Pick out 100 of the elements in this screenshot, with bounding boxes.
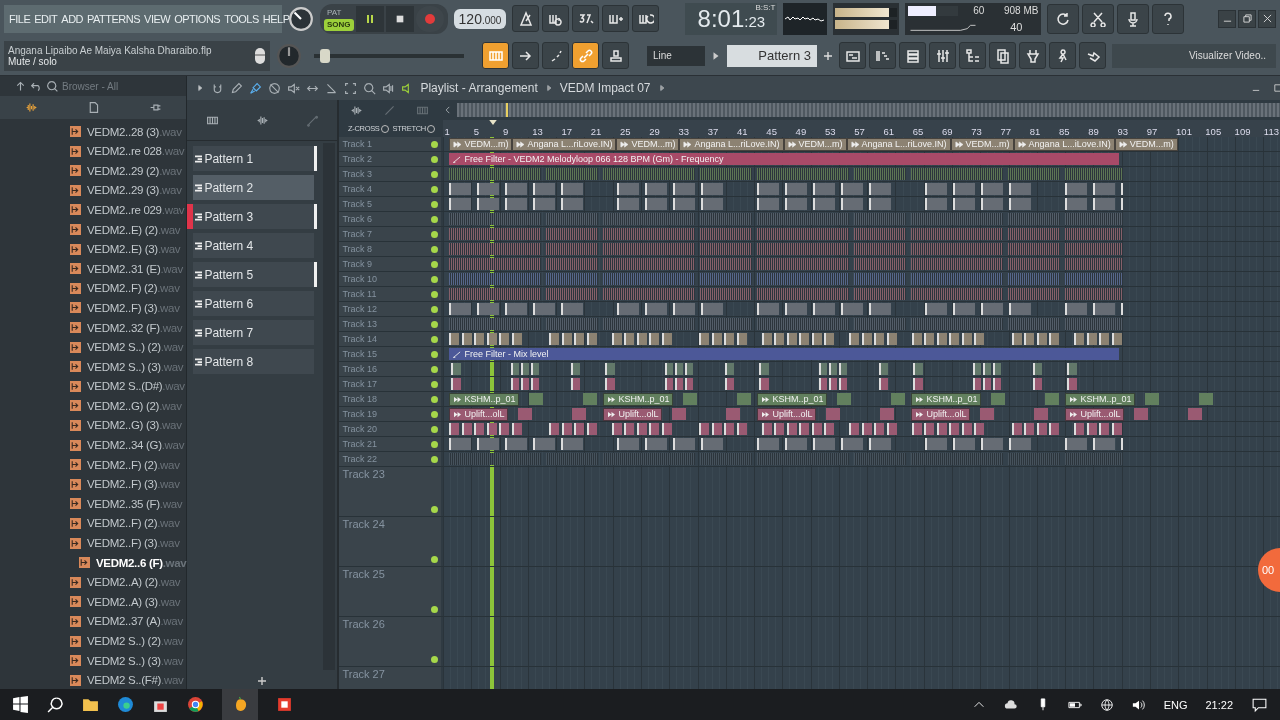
toolbar-button[interactable] — [899, 42, 926, 69]
audio-clip[interactable]: VEDM...m) — [783, 137, 847, 151]
clip-drawing[interactable] — [880, 408, 895, 420]
browser-file-item[interactable]: VEDM2..F) (2).wav — [0, 278, 187, 299]
browser-file-item[interactable]: VEDM2 S..) (3).wav — [0, 650, 187, 671]
current-pattern-label[interactable]: VEDM Impact 07 — [559, 81, 651, 95]
pattern-selector[interactable]: Pattern 3 — [727, 44, 817, 67]
select-icon[interactable] — [344, 81, 358, 95]
track-header[interactable]: Track 14 — [339, 332, 442, 346]
clip-drawing[interactable] — [726, 408, 741, 420]
browser-file-item[interactable]: VEDM2..F) (3).wav — [0, 474, 187, 495]
track-header[interactable]: Track 13 — [339, 317, 442, 331]
clip-drawing[interactable] — [518, 408, 533, 420]
track-enable-light[interactable] — [431, 291, 439, 298]
audio-clip[interactable]: KSHM..p_01 — [603, 392, 674, 406]
audio-clip[interactable]: Angana L...riLove.IN) — [679, 137, 784, 151]
toolbar-button[interactable] — [602, 5, 630, 32]
browser-file-item[interactable]: VEDM2..F) (3).wav — [0, 533, 187, 553]
clip-drawing[interactable] — [583, 393, 598, 405]
mute-icon[interactable] — [287, 81, 301, 95]
brush-icon[interactable] — [249, 81, 263, 95]
toolbar-button[interactable] — [632, 5, 660, 32]
toolbar-button[interactable] — [572, 5, 600, 32]
track-header[interactable]: Track 11 — [339, 287, 442, 301]
waveform-icon[interactable] — [24, 101, 38, 115]
track-header[interactable]: Track 7 — [339, 227, 442, 241]
slice-icon[interactable] — [325, 81, 339, 95]
clip-drawing[interactable] — [837, 393, 852, 405]
track-enable-light[interactable] — [431, 306, 439, 313]
track-enable-light[interactable] — [431, 366, 439, 373]
toolbar-button[interactable] — [1082, 3, 1115, 34]
toolbar-button[interactable] — [602, 42, 629, 69]
track-enable-light[interactable] — [431, 506, 439, 513]
track-header[interactable]: Track 20 — [339, 422, 442, 436]
track-enable-light[interactable] — [431, 426, 439, 433]
track-enable-light[interactable] — [431, 201, 439, 208]
browser-icon[interactable] — [117, 696, 134, 713]
notification-icon[interactable] — [1251, 696, 1268, 713]
toolbar-button[interactable] — [929, 42, 956, 69]
zoom-icon[interactable] — [363, 81, 377, 95]
master-pitch-knob[interactable] — [276, 42, 302, 69]
track-enable-light[interactable] — [431, 411, 439, 418]
clip-drawing[interactable] — [991, 393, 1006, 405]
track-header[interactable]: Track 23 — [339, 467, 442, 516]
toolbar-button[interactable] — [839, 42, 866, 69]
toolbar-button[interactable] — [512, 42, 539, 69]
toolbar-button[interactable] — [572, 42, 599, 69]
clip-drawing[interactable] — [683, 393, 698, 405]
track-header[interactable]: Track 16 — [339, 362, 442, 376]
playhead-marker-icon[interactable] — [488, 120, 497, 125]
track-header[interactable]: Track 15 — [339, 347, 442, 361]
input-language[interactable]: ENG — [1163, 698, 1188, 711]
track-enable-light[interactable] — [431, 336, 439, 343]
toolbar-button[interactable] — [989, 42, 1016, 69]
clip-drawing[interactable] — [737, 393, 752, 405]
clip-drawing[interactable] — [826, 408, 841, 420]
browser-title[interactable]: Browser - All — [62, 80, 119, 92]
waveform-icon[interactable] — [255, 113, 269, 127]
audio-clip[interactable]: VEDM...m) — [616, 137, 680, 151]
waveform-icon[interactable] — [349, 103, 363, 117]
add-icon[interactable] — [823, 50, 833, 61]
browser-file-item[interactable]: VEDM2..35 (F).wav — [0, 494, 187, 514]
track-lane[interactable]: VEDM...m) Angana L...riLove.IN) VEDM...m) Angana L...riLove.IN) VEDM...m) Angana L...riLove.IN) VEDM...m) Angana L...iLove.IN) VEDM...m) — [443, 137, 1280, 151]
browser-file-item[interactable]: VEDM2..F) (2).wav — [0, 454, 187, 475]
track-lane[interactable]: KSHM..p_01 KSHM..p_01 KSHM..p_01 KSHM..p_01 KSHM..p_01 — [443, 392, 1280, 406]
audio-clip[interactable]: VEDM...m) — [449, 137, 513, 151]
track-enable-light[interactable] — [431, 456, 439, 463]
track-header[interactable]: Track 6 — [339, 212, 442, 226]
browser-file-item[interactable]: VEDM2 S..) (2).wav — [0, 337, 187, 357]
minimize-button[interactable] — [1218, 9, 1236, 28]
track-header[interactable]: Track 18 — [339, 392, 442, 406]
toolbar-button[interactable] — [869, 42, 896, 69]
audio-clip[interactable]: Uplift...olL — [1065, 407, 1125, 421]
delete-icon[interactable] — [268, 81, 282, 95]
clip-drawing[interactable] — [980, 408, 995, 420]
menu-item[interactable]: OPTIONS — [174, 12, 221, 25]
audio-clip[interactable]: Angana L...riLove.IN) — [512, 137, 617, 151]
clip-drawing[interactable] — [891, 393, 906, 405]
track-enable-light[interactable] — [431, 246, 439, 253]
toolbar-button[interactable] — [1117, 3, 1150, 34]
toolbar-button[interactable] — [542, 5, 570, 32]
menu-item[interactable]: PATTERNS — [87, 12, 141, 25]
track-enable-light[interactable] — [431, 216, 439, 223]
audio-clip[interactable]: VEDM...m) — [950, 137, 1014, 151]
track-header[interactable]: Track 4 — [339, 182, 442, 196]
cloud-icon[interactable] — [1003, 697, 1018, 712]
menu-item[interactable]: ADD — [61, 12, 84, 25]
browser-file-item[interactable]: VEDM2..F) (3).wav — [0, 298, 187, 318]
track-enable-light[interactable] — [431, 656, 439, 663]
audio-clip[interactable]: KSHM..p_01 — [757, 392, 828, 406]
clip-drawing[interactable] — [529, 393, 544, 405]
clip-drawing[interactable] — [1188, 408, 1203, 420]
track-enable-light[interactable] — [431, 186, 439, 193]
browser-file-item[interactable]: VEDM2 S..) (2).wav — [0, 631, 187, 651]
stop-button[interactable] — [385, 5, 414, 32]
pencil-icon[interactable] — [230, 81, 244, 95]
toolbar-button[interactable] — [1049, 42, 1076, 69]
track-enable-light[interactable] — [431, 276, 439, 283]
browser-file-item[interactable]: VEDM2..29 (3).wav — [0, 180, 187, 201]
track-header[interactable]: Track 24 — [339, 517, 442, 566]
